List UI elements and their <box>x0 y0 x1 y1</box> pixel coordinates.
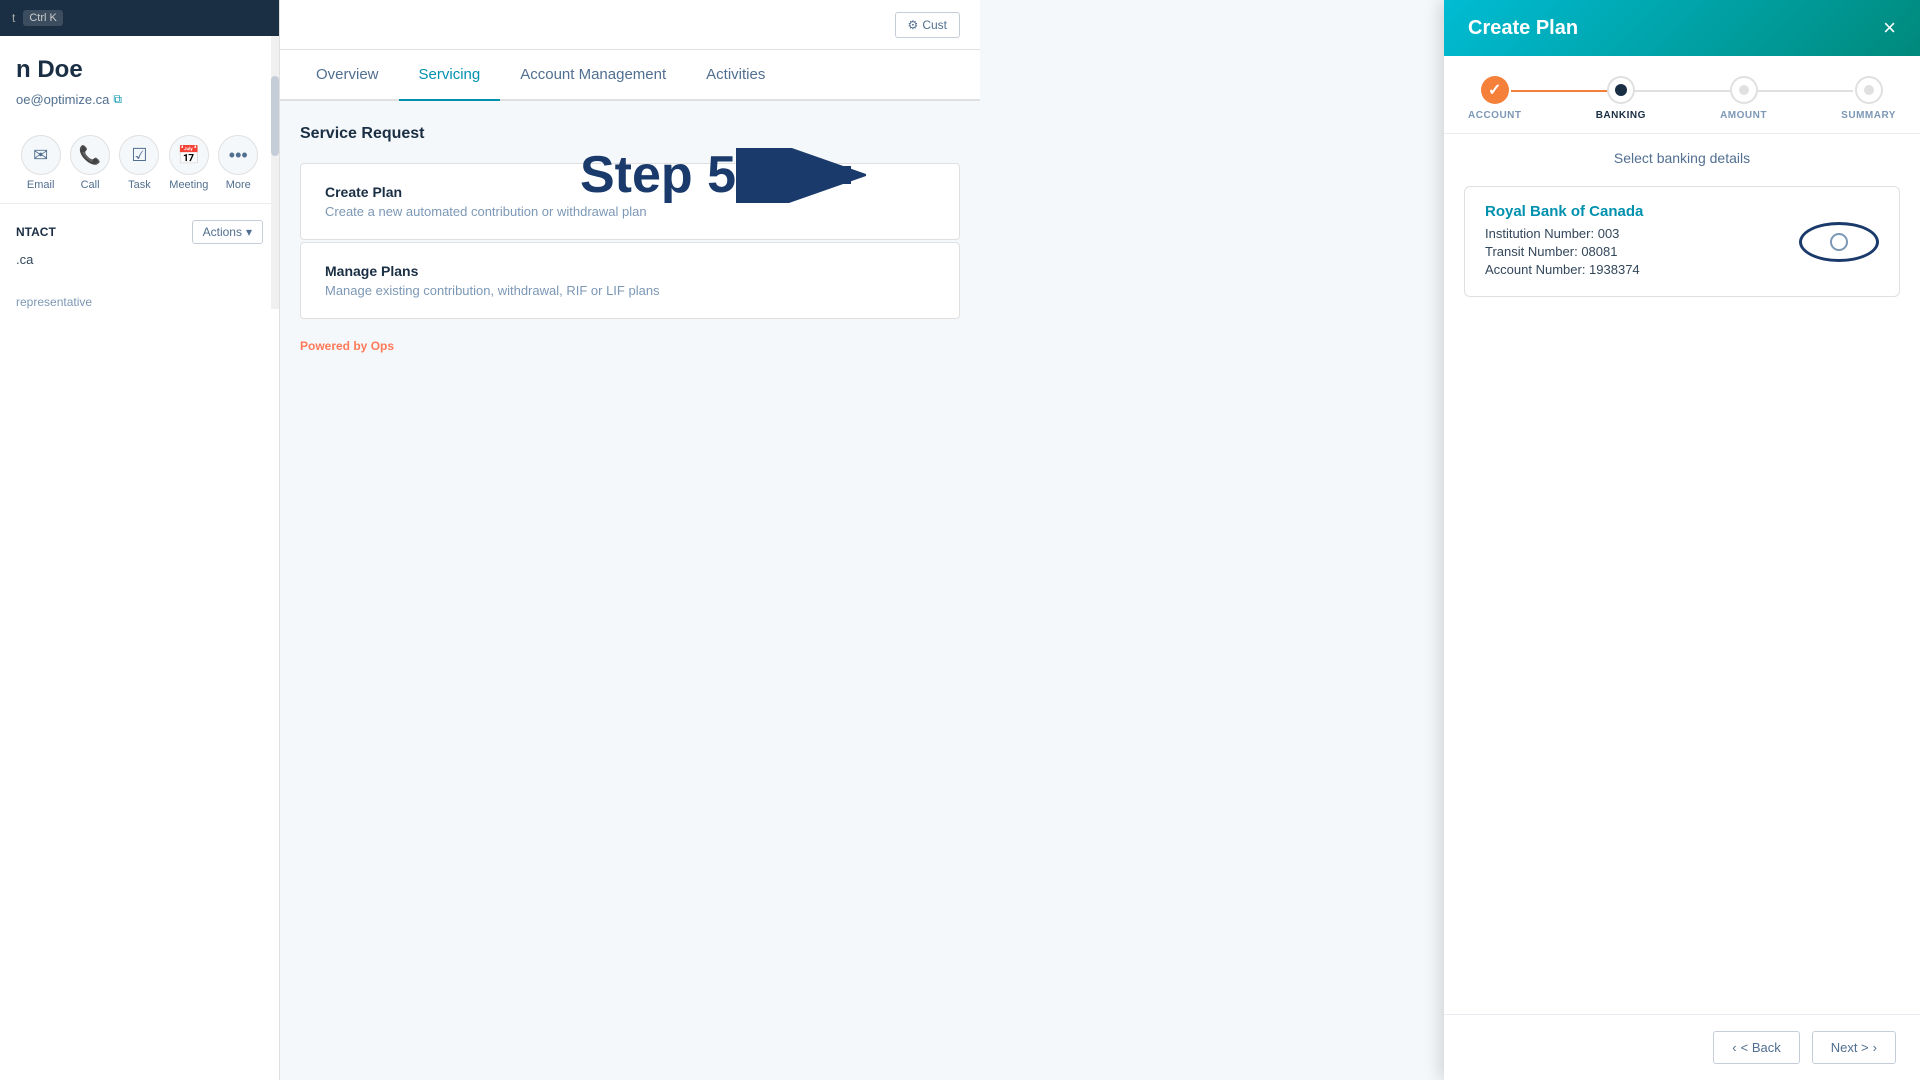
step-banking-label: BANKING <box>1596 110 1646 121</box>
radio-inner-circle <box>1830 233 1848 251</box>
chevron-left-icon: ‹ <box>1732 1040 1736 1055</box>
step-amount-label: AMOUNT <box>1720 110 1767 121</box>
contact-section-title: ntact Actions ▾ <box>16 220 263 244</box>
main-content: ⚙ Cust Overview Servicing Account Manage… <box>280 0 980 1080</box>
create-plan-title: Create Plan <box>325 184 935 200</box>
sidebar: t Ctrl K n Doe oe@optimize.ca ⧉ ✉ Email … <box>0 0 280 1080</box>
step-amount: AMOUNT <box>1720 76 1767 121</box>
email-icon: ✉ <box>21 135 61 175</box>
bank-radio-selector[interactable] <box>1799 222 1879 262</box>
service-request-title: Service Request <box>300 125 960 143</box>
scrollbar-track[interactable] <box>271 36 279 309</box>
close-button[interactable]: × <box>1883 17 1896 39</box>
tab-account-management[interactable]: Account Management <box>500 50 686 101</box>
bank-transit: Transit Number: 08081 <box>1485 244 1643 259</box>
step-amount-circle <box>1730 76 1758 104</box>
panel-footer: ‹ < Back Next > › <box>1444 1014 1920 1080</box>
chevron-right-icon: › <box>1873 1040 1877 1055</box>
task-action[interactable]: ☑ Task <box>119 135 159 191</box>
more-action[interactable]: ••• More <box>218 135 258 191</box>
contact-name: n Doe <box>16 56 83 84</box>
stepper-steps: ✓ ACCOUNT BANKING AMOUNT <box>1468 76 1896 121</box>
step-account-circle: ✓ <box>1481 76 1509 104</box>
create-plan-card[interactable]: Create Plan Create a new automated contr… <box>300 163 960 240</box>
back-button[interactable]: ‹ < Back <box>1713 1031 1799 1064</box>
bank-card-rbc[interactable]: Royal Bank of Canada Institution Number:… <box>1464 186 1900 297</box>
bank-info: Royal Bank of Canada Institution Number:… <box>1485 203 1643 280</box>
step-account-label: ACCOUNT <box>1468 110 1522 121</box>
customize-button[interactable]: ⚙ Cust <box>895 12 960 38</box>
task-icon: ☑ <box>119 135 159 175</box>
step-banking: BANKING <box>1596 76 1646 121</box>
main-top-bar: ⚙ Cust <box>280 0 980 50</box>
call-action[interactable]: 📞 Call <box>70 135 110 191</box>
task-label: Task <box>128 179 151 191</box>
call-label: Call <box>81 179 100 191</box>
service-request-area: Service Request Create Plan Create a new… <box>280 101 980 377</box>
next-button[interactable]: Next > › <box>1812 1031 1896 1064</box>
bank-institution: Institution Number: 003 <box>1485 226 1643 241</box>
step-account: ✓ ACCOUNT <box>1468 76 1522 121</box>
manage-plans-card[interactable]: Manage Plans Manage existing contributio… <box>300 242 960 319</box>
contact-actions-button[interactable]: Actions ▾ <box>192 220 263 244</box>
email-action[interactable]: ✉ Email <box>21 135 61 191</box>
more-icon: ••• <box>218 135 258 175</box>
bank-account: Account Number: 1938374 <box>1485 262 1643 277</box>
manage-plans-title: Manage Plans <box>325 263 935 279</box>
email-label: Email <box>27 179 55 191</box>
panel-header: Create Plan × <box>1444 0 1920 56</box>
step-summary: SUMMARY <box>1841 76 1896 121</box>
chevron-down-icon: ▾ <box>246 225 252 239</box>
meeting-icon: 📅 <box>169 135 209 175</box>
step-summary-circle <box>1855 76 1883 104</box>
copy-email-icon[interactable]: ⧉ <box>113 92 122 107</box>
sidebar-field-url: .ca <box>16 252 263 267</box>
tab-servicing[interactable]: Servicing <box>399 50 501 101</box>
contact-email-text: oe@optimize.ca <box>16 92 109 107</box>
powered-by: Powered by Ops <box>300 339 960 353</box>
panel-subtitle: Select banking details <box>1444 134 1920 178</box>
keyboard-shortcut: Ctrl K <box>23 10 63 26</box>
manage-plans-desc: Manage existing contribution, withdrawal… <box>325 283 935 298</box>
create-plan-desc: Create a new automated contribution or w… <box>325 204 935 219</box>
tab-overview[interactable]: Overview <box>296 50 399 101</box>
top-search-bar[interactable]: t Ctrl K <box>0 0 279 36</box>
panel-title: Create Plan <box>1468 17 1578 40</box>
more-label: More <box>226 179 251 191</box>
create-plan-panel: Create Plan × ✓ ACCOUNT BANKING <box>1444 0 1920 1080</box>
contact-email-row: oe@optimize.ca ⧉ <box>0 92 279 107</box>
contact-section: ntact Actions ▾ .ca <box>0 204 279 295</box>
rep-label: representative <box>0 295 279 309</box>
tabs-bar: Overview Servicing Account Management Ac… <box>280 50 980 101</box>
action-icons-bar: ✉ Email 📞 Call ☑ Task 📅 Meeting ••• More <box>0 123 279 204</box>
panel-content: Royal Bank of Canada Institution Number:… <box>1444 178 1920 1014</box>
stepper: ✓ ACCOUNT BANKING AMOUNT <box>1444 56 1920 134</box>
step-summary-label: SUMMARY <box>1841 110 1896 121</box>
call-icon: 📞 <box>70 135 110 175</box>
meeting-action[interactable]: 📅 Meeting <box>169 135 209 191</box>
scrollbar-thumb[interactable] <box>271 76 279 156</box>
gear-icon: ⚙ <box>908 18 919 32</box>
bank-name: Royal Bank of Canada <box>1485 203 1643 220</box>
search-text: t <box>12 11 15 25</box>
tab-activities[interactable]: Activities <box>686 50 785 101</box>
meeting-label: Meeting <box>169 179 208 191</box>
contact-header: n Doe <box>0 36 279 92</box>
step-banking-circle <box>1607 76 1635 104</box>
